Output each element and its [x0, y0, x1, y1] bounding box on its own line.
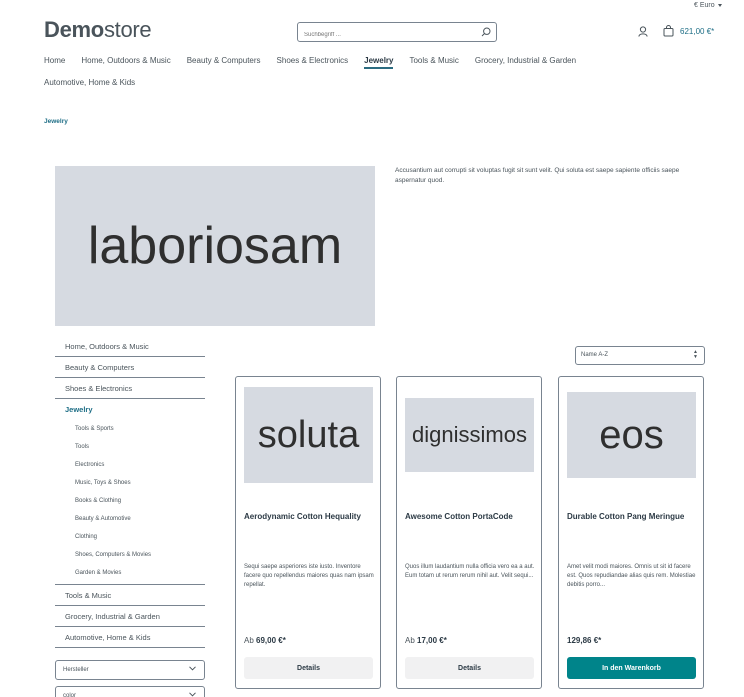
product-image-text: soluta — [257, 413, 360, 456]
main-nav-row: Home Home, Outdoors & Music Beauty & Compu… — [44, 56, 704, 78]
breadcrumb[interactable]: Jewelry — [44, 118, 68, 125]
product-name[interactable]: Awesome Cotton PortaCode — [405, 511, 535, 522]
category-description: Accusantium aut corrupti sit voluptas fu… — [395, 167, 680, 184]
nav-item-shoes-electronics[interactable]: Shoes & Electronics — [277, 56, 349, 65]
nav-item-jewelry[interactable]: Jewelry — [364, 56, 394, 69]
sidebar-item[interactable]: Grocery, Industrial & Garden — [55, 606, 205, 627]
sidebar-item[interactable]: Automotive, Home & Kids — [55, 627, 205, 648]
logo-bold-text: Demo — [44, 17, 104, 42]
price-value: 17,00 €* — [417, 636, 447, 645]
filter-label: color — [63, 693, 77, 697]
sidebar-item-active[interactable]: Jewelry — [55, 399, 205, 420]
chevron-down-icon — [189, 692, 196, 697]
product-image[interactable]: eos — [567, 392, 696, 478]
sidebar-subitem[interactable]: Shoes, Computers & Movies — [55, 546, 205, 564]
filter-manufacturer[interactable]: Hersteller — [55, 660, 205, 680]
nav-item-automotive-home-kids[interactable]: Automotive, Home & Kids — [44, 78, 135, 87]
currency-switcher[interactable]: € Euro — [694, 2, 722, 9]
sidebar-subitem[interactable]: Books & Clothing — [55, 492, 205, 510]
add-to-cart-button[interactable]: In den Warenkorb — [567, 657, 696, 679]
product-price: Ab 17,00 €* — [405, 636, 447, 645]
product-description: Amet velit modi maiores. Omnis ut sit id… — [567, 564, 696, 588]
product-price: Ab 69,00 €* — [244, 636, 286, 645]
cart-total[interactable]: 621,00 €* — [680, 27, 714, 36]
sidebar-subitem[interactable]: Electronics — [55, 456, 205, 474]
main-nav-row: Automotive, Home & Kids — [44, 78, 704, 100]
cart-icon[interactable] — [663, 25, 674, 37]
product-card[interactable]: dignissimos Awesome Cotton PortaCode Quo… — [396, 376, 542, 689]
nav-item-tools-music[interactable]: Tools & Music — [409, 56, 458, 65]
currency-label: € Euro — [694, 2, 715, 9]
nav-item-grocery-industrial-garden[interactable]: Grocery, Industrial & Garden — [475, 56, 576, 65]
sidebar-subitem[interactable]: Music, Toys & Shoes — [55, 474, 205, 492]
sidebar-subitem[interactable]: Beauty & Automotive — [55, 510, 205, 528]
price-value: 69,00 €* — [256, 636, 286, 645]
product-name[interactable]: Durable Cotton Pang Meringue — [567, 511, 697, 522]
product-image-text: dignissimos — [412, 422, 527, 447]
product-card[interactable]: eos Durable Cotton Pang Meringue Amet ve… — [558, 376, 704, 689]
logo-regular-text: store — [103, 17, 152, 42]
filter-color[interactable]: color — [55, 686, 205, 697]
sidebar-item[interactable]: Beauty & Computers — [55, 357, 205, 378]
price-prefix: Ab — [244, 636, 254, 645]
product-description: Sequi saepe asperiores iste iusto. Inven… — [244, 564, 374, 588]
sort-select[interactable]: Name A-Z ▲ ▼ — [575, 346, 705, 365]
product-name[interactable]: Aerodynamic Cotton Hequality — [244, 511, 374, 522]
caret-down-icon — [717, 3, 722, 7]
sort-selected-label: Name A-Z — [581, 352, 609, 358]
sidebar-subitem[interactable]: Garden & Movies — [55, 564, 205, 582]
select-arrows-icon: ▲ ▼ — [693, 349, 698, 360]
product-card[interactable]: soluta Aerodynamic Cotton Hequality Sequ… — [235, 376, 381, 689]
chevron-down-icon — [189, 666, 196, 671]
sidebar-item[interactable]: Home, Outdoors & Music — [55, 336, 205, 357]
search-input[interactable] — [298, 26, 468, 44]
search-box — [297, 22, 497, 44]
sidebar-subitem[interactable]: Tools — [55, 438, 205, 456]
store-logo[interactable]: Demostore — [44, 17, 152, 43]
details-button[interactable]: Details — [244, 657, 373, 679]
product-image[interactable]: soluta — [244, 387, 373, 483]
price-prefix: Ab — [405, 636, 415, 645]
product-image-text: eos — [599, 412, 664, 457]
product-description: Quos illum laudantium nulla officia vero… — [405, 564, 535, 579]
sidebar-subcategory-list: Tools & Sports Tools Electronics Music, Toy… — [55, 420, 205, 585]
product-image[interactable]: dignissimos — [405, 398, 534, 472]
category-banner-image: laboriosam — [55, 166, 375, 326]
nav-item-home[interactable]: Home — [44, 56, 65, 65]
account-icon[interactable] — [638, 26, 648, 37]
price-value: 129,86 €* — [567, 636, 602, 645]
banner-text: laboriosam — [87, 217, 343, 275]
main-navigation: Home Home, Outdoors & Music Beauty & Compu… — [44, 56, 704, 100]
nav-item-beauty-computers[interactable]: Beauty & Computers — [187, 56, 261, 65]
sidebar-item[interactable]: Shoes & Electronics — [55, 378, 205, 399]
nav-item-home-outdoors-music[interactable]: Home, Outdoors & Music — [81, 56, 170, 65]
sidebar-subitem[interactable]: Clothing — [55, 528, 205, 546]
category-sidebar: Home, Outdoors & Music Beauty & Computers… — [55, 336, 205, 648]
filter-label: Hersteller — [63, 667, 89, 673]
sidebar-subitem[interactable]: Tools & Sports — [55, 420, 205, 438]
search-icon[interactable] — [481, 27, 491, 37]
product-price: 129,86 €* — [567, 636, 601, 645]
sidebar-item[interactable]: Tools & Music — [55, 585, 205, 606]
details-button[interactable]: Details — [405, 657, 534, 679]
